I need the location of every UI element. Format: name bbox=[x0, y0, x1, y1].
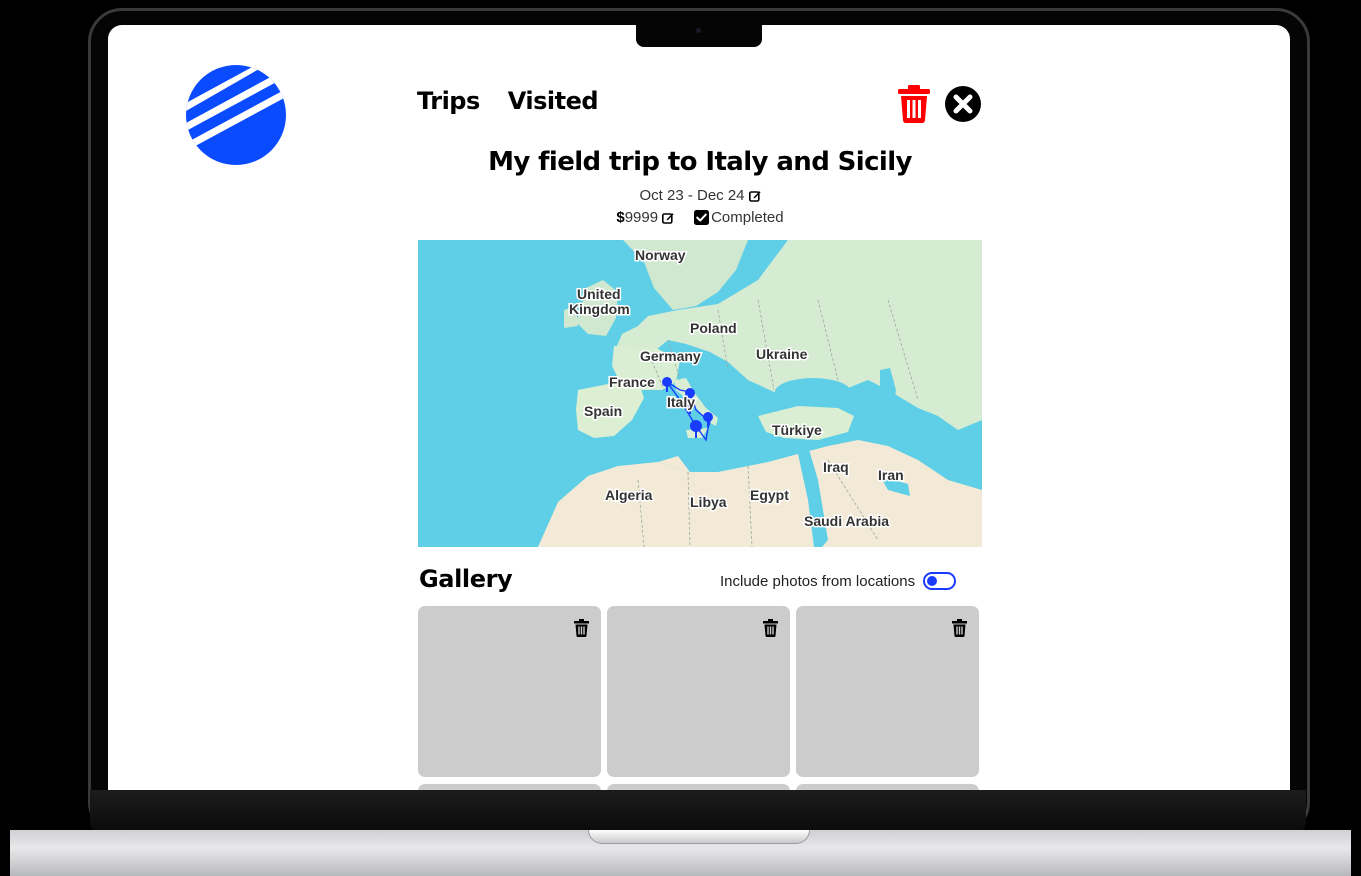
map-label-kingdom: Kingdom bbox=[569, 301, 630, 317]
trip-map[interactable]: Norway United Kingdom Poland Germany Ukr… bbox=[418, 240, 982, 547]
include-photos-toggle[interactable] bbox=[923, 572, 957, 590]
map-label-iran: Iran bbox=[878, 467, 904, 483]
map-label-saudi-arabia: Saudi Arabia bbox=[804, 513, 889, 529]
include-photos-toggle-row: Include photos from locations bbox=[720, 572, 957, 590]
app-logo[interactable] bbox=[186, 65, 286, 165]
edit-icon[interactable] bbox=[748, 190, 761, 202]
nav-visited[interactable]: Visited bbox=[508, 87, 599, 115]
completed-checkbox[interactable]: Completed bbox=[694, 209, 784, 226]
map-label-ukraine: Ukraine bbox=[756, 346, 808, 362]
trash-icon[interactable] bbox=[898, 85, 930, 123]
include-photos-label: Include photos from locations bbox=[720, 572, 916, 590]
laptop-hinge bbox=[90, 790, 1306, 834]
map-label-united: United bbox=[577, 286, 621, 302]
trash-icon[interactable] bbox=[763, 619, 778, 637]
map-label-egypt: Egypt bbox=[750, 487, 789, 503]
map-canvas[interactable]: Norway United Kingdom Poland Germany Ukr… bbox=[418, 240, 982, 547]
app-screen: Trips Visited My field trip to Italy and… bbox=[108, 25, 1290, 790]
laptop-lip bbox=[588, 830, 810, 844]
trip-budget: $9999 bbox=[616, 209, 674, 226]
gallery-tile[interactable] bbox=[418, 606, 601, 777]
map-label-turkiye: Türkiye bbox=[772, 422, 822, 438]
trip-title: My field trip to Italy and Sicily bbox=[488, 147, 912, 177]
gallery-tile[interactable] bbox=[796, 606, 979, 777]
trip-dates-row: Oct 23 - Dec 24 bbox=[418, 187, 982, 204]
map-label-france: France bbox=[609, 374, 655, 390]
map-label-algeria: Algeria bbox=[605, 487, 653, 503]
map-label-libya: Libya bbox=[690, 494, 727, 510]
map-label-poland: Poland bbox=[690, 320, 737, 336]
gallery-tile[interactable] bbox=[607, 606, 790, 777]
edit-icon[interactable] bbox=[662, 212, 674, 224]
trash-icon[interactable] bbox=[574, 619, 589, 637]
map-label-iraq: Iraq bbox=[823, 459, 849, 475]
map-label-italy: Italy bbox=[667, 394, 695, 410]
main-nav: Trips Visited bbox=[417, 87, 599, 115]
gallery-title: Gallery bbox=[419, 565, 513, 593]
nav-trips[interactable]: Trips bbox=[417, 87, 480, 115]
trip-meta-row: $9999 Completed bbox=[418, 209, 982, 226]
map-label-norway: Norway bbox=[635, 247, 686, 263]
checkbox-checked-icon bbox=[694, 210, 710, 225]
budget-symbol: $ bbox=[616, 209, 625, 226]
trip-dates: Oct 23 - Dec 24 bbox=[639, 187, 745, 204]
camera-notch bbox=[636, 22, 762, 47]
map-label-germany: Germany bbox=[640, 348, 701, 364]
completed-label: Completed bbox=[711, 209, 784, 226]
budget-value: 9999 bbox=[624, 209, 659, 226]
trash-icon[interactable] bbox=[952, 619, 967, 637]
toggle-knob bbox=[927, 576, 938, 586]
map-label-spain: Spain bbox=[584, 403, 622, 419]
close-circle-icon[interactable] bbox=[945, 86, 981, 122]
camera-icon bbox=[696, 28, 701, 33]
